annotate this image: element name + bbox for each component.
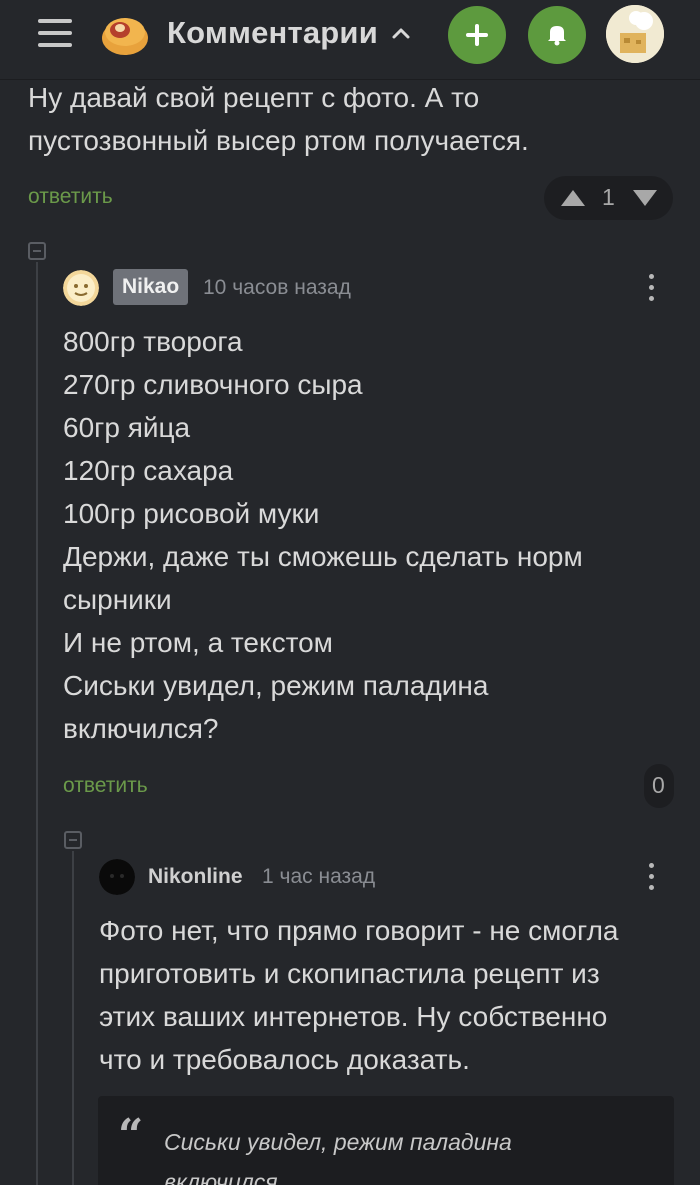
- notifications-button[interactable]: [528, 6, 586, 64]
- comment-line: Сиськи увидел, режим паладина: [63, 670, 489, 701]
- profile-avatar[interactable]: [606, 5, 664, 63]
- collapse-thread-button[interactable]: [64, 831, 82, 849]
- reply-link[interactable]: ответить: [28, 185, 113, 209]
- rating-control: 1: [544, 176, 673, 220]
- top-bar: Комментарии: [0, 0, 700, 80]
- rating-value: 1: [602, 184, 615, 210]
- quote-icon: “: [118, 1110, 144, 1161]
- bell-icon: [548, 26, 566, 46]
- quote-line: включился: [164, 1169, 278, 1185]
- comment-time[interactable]: 10 часов назад: [203, 276, 351, 300]
- add-post-button[interactable]: [448, 6, 506, 64]
- comment-line: Держи, даже ты сможешь сделать норм: [63, 541, 583, 572]
- plus-icon: [466, 24, 488, 46]
- parent-comment-line-2: пустозвонный высер ртом получается.: [28, 125, 529, 156]
- rating-value[interactable]: 0: [644, 764, 674, 808]
- reply-link[interactable]: ответить: [63, 774, 148, 798]
- comment-line: 120гр сахара: [63, 455, 234, 486]
- upvote-icon[interactable]: [560, 188, 586, 208]
- more-options-icon[interactable]: [648, 272, 656, 302]
- comment-line: 270гр сливочного сыра: [63, 369, 363, 400]
- comment-line: что и требовалось доказать.: [99, 1044, 470, 1075]
- hamburger-menu-icon[interactable]: [38, 16, 74, 48]
- author-name-badge[interactable]: Nikao: [113, 269, 189, 305]
- comment-line: 60гр яйца: [63, 412, 191, 443]
- comment-line: включился?: [63, 713, 219, 744]
- more-options-icon[interactable]: [648, 861, 656, 891]
- comment-line: этих ваших интернетов. Ну собственно: [99, 1001, 608, 1032]
- comment-line: Фото нет, что прямо говорит - не смогла: [99, 915, 619, 946]
- comment-line: 800гр творога: [63, 326, 243, 357]
- collapse-thread-button[interactable]: [28, 242, 46, 260]
- quote-block: “ Сиськи увидел, режим паладина включилс…: [98, 1096, 674, 1185]
- avatar[interactable]: [63, 270, 99, 306]
- author-name[interactable]: Nikonline: [148, 865, 243, 889]
- quote-text: Сиськи увидел, режим паладина включился: [164, 1122, 654, 1185]
- comment-line: приготовить и скопипастила рецепт из: [99, 958, 600, 989]
- thread-line[interactable]: [36, 262, 38, 1185]
- parent-comment-line-1: Ну давай свой рецепт с фото. А то: [28, 82, 480, 113]
- rating-number: 0: [652, 772, 665, 798]
- thread-line[interactable]: [72, 851, 74, 1185]
- quote-line: Сиськи увидел, режим паладина: [164, 1129, 512, 1155]
- comment-line: сырники: [63, 584, 172, 615]
- site-logo-icon[interactable]: [98, 8, 150, 60]
- comment-line: И не ртом, а текстом: [63, 627, 333, 658]
- page-title: Комментарии: [167, 15, 378, 50]
- comment-line: 100гр рисовой муки: [63, 498, 320, 529]
- avatar[interactable]: [99, 859, 135, 895]
- comment-time[interactable]: 1 час назад: [262, 865, 375, 889]
- downvote-icon[interactable]: [632, 188, 658, 208]
- chevron-up-icon[interactable]: [390, 22, 412, 44]
